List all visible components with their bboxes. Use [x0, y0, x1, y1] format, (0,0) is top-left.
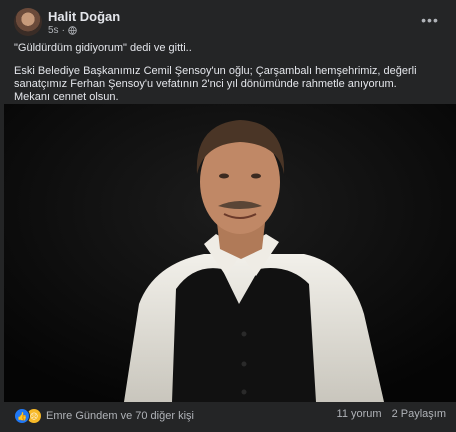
- post-header: Halit Doğan 5s · •••: [14, 8, 446, 38]
- author-name[interactable]: Halit Doğan: [48, 9, 120, 24]
- portrait-image: [4, 104, 456, 402]
- post-card: Halit Doğan 5s · ••• "Güldürdüm gidiyoru…: [0, 0, 456, 432]
- post-text-line-1: "Güldürdüm gidiyorum" dedi ve gitti..: [14, 42, 192, 54]
- globe-icon: [68, 26, 77, 35]
- post-text-line-2: Eski Belediye Başkanımız Cemil Şensoy'un…: [14, 65, 417, 90]
- post-meta: 5s ·: [48, 25, 77, 36]
- more-options-button[interactable]: •••: [418, 8, 442, 32]
- author-avatar[interactable]: [14, 8, 42, 36]
- post-time[interactable]: 5s: [48, 25, 59, 36]
- reaction-names[interactable]: Emre Gündem ve 70 diğer kişi: [46, 410, 194, 422]
- post-footer: 👍 ☹ Emre Gündem ve 70 diğer kişi 11 yoru…: [14, 406, 446, 426]
- reactions-summary[interactable]: 👍 ☹ Emre Gündem ve 70 diğer kişi: [14, 408, 194, 424]
- ellipsis-icon: •••: [421, 12, 439, 28]
- like-icon: 👍: [14, 408, 30, 424]
- post-text: "Güldürdüm gidiyorum" dedi ve gitti.. Es…: [14, 42, 444, 104]
- post-photo[interactable]: [4, 104, 456, 402]
- comments-count[interactable]: 11 yorum: [337, 408, 382, 420]
- engagement-counts: 11 yorum 2 Paylaşım: [337, 408, 446, 420]
- post-text-line-3: Mekanı cennet olsun.: [14, 91, 119, 103]
- shares-count[interactable]: 2 Paylaşım: [392, 408, 446, 420]
